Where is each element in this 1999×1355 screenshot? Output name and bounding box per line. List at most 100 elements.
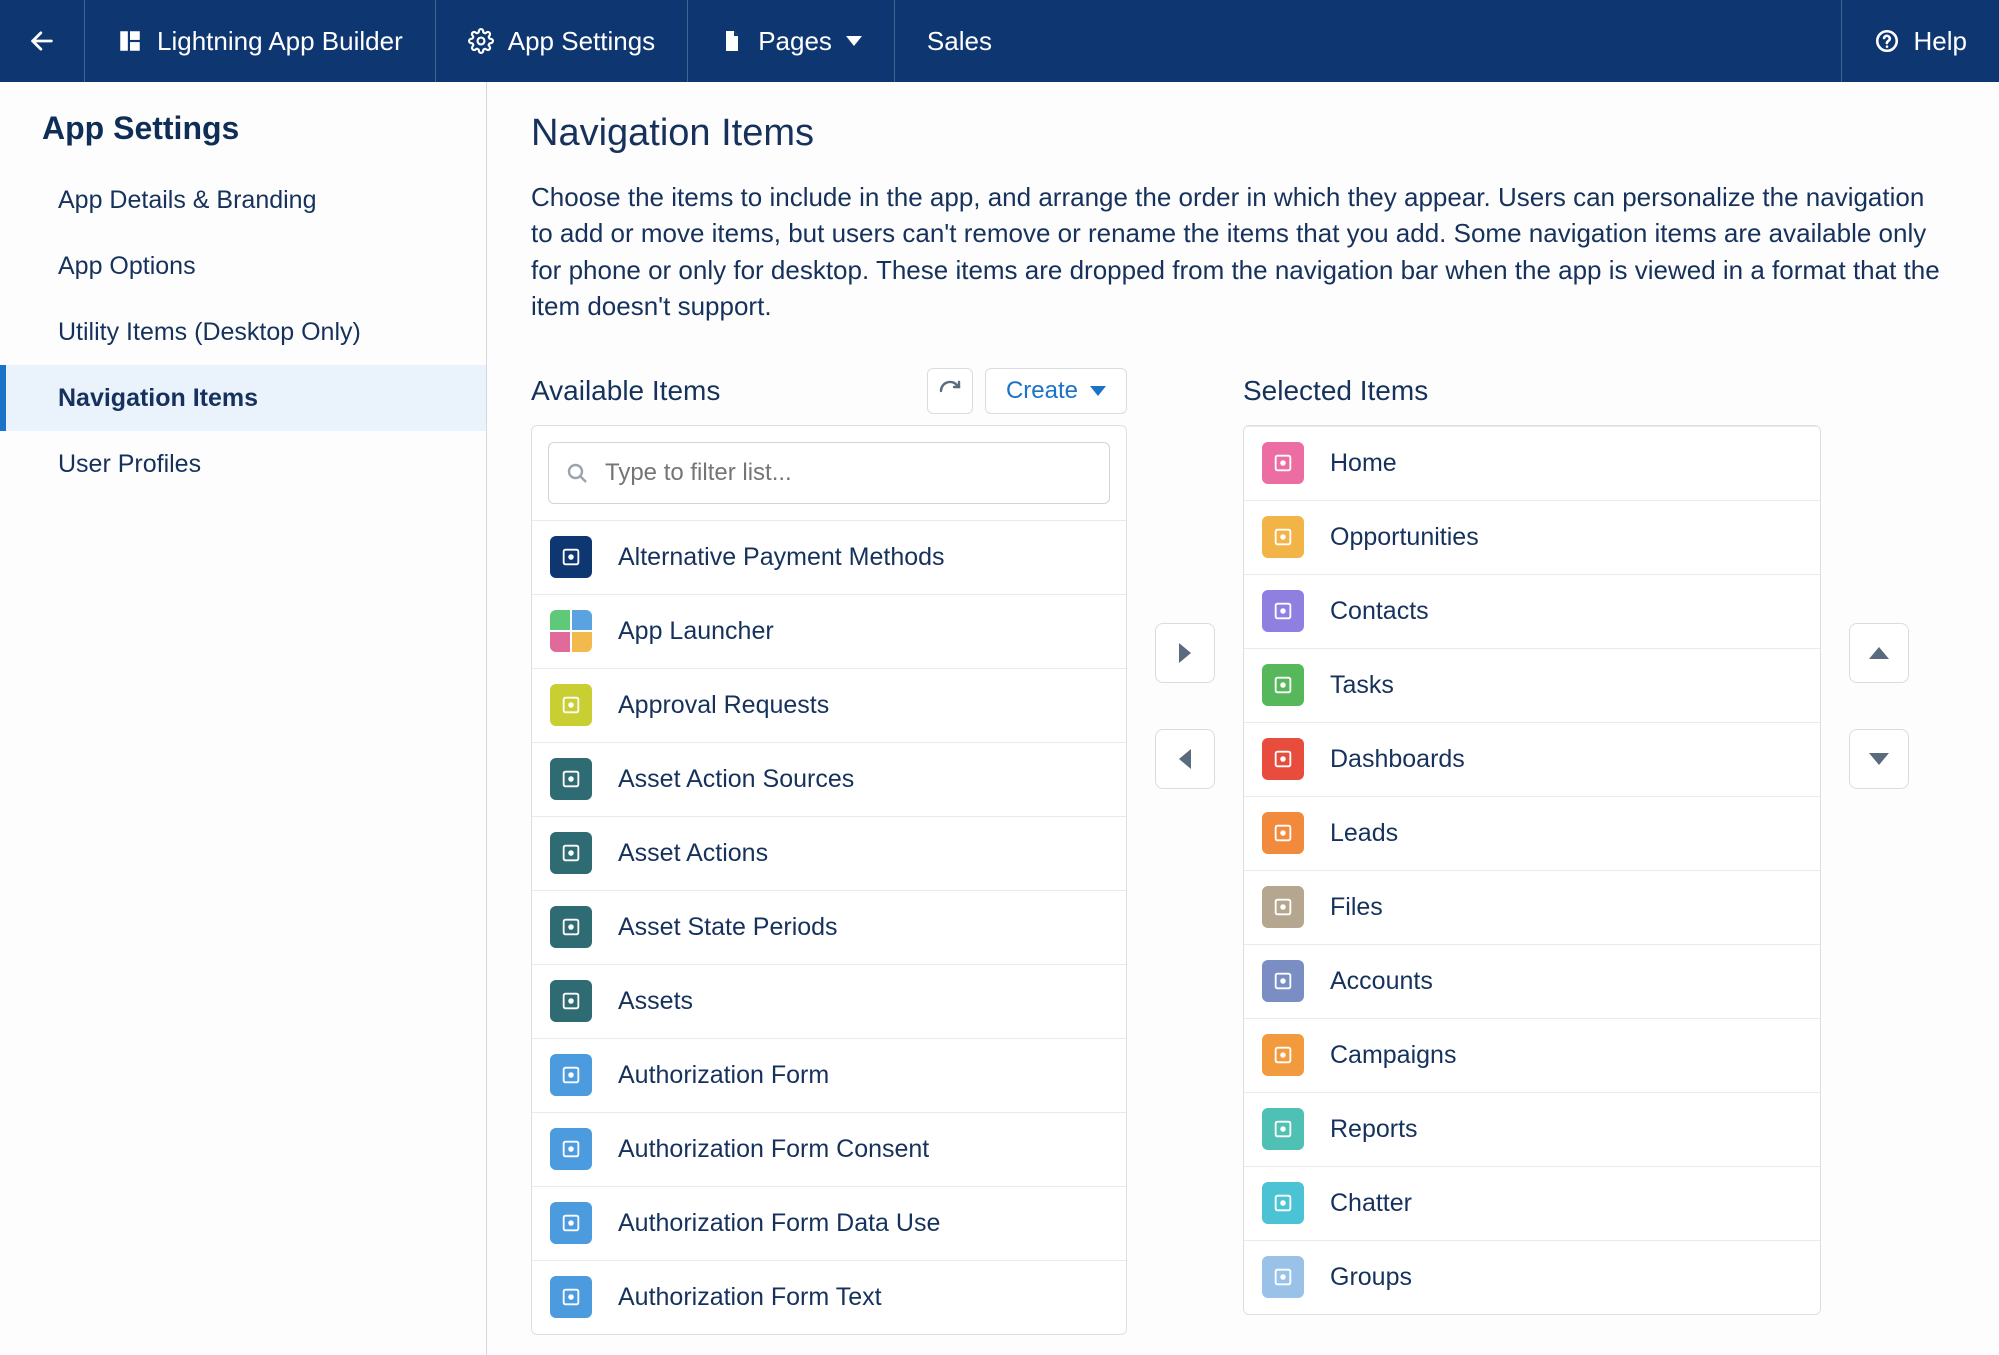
list-item[interactable]: Accounts [1244, 944, 1820, 1018]
tile-icon [550, 758, 592, 800]
list-item[interactable]: Home [1244, 426, 1820, 500]
filter-search-box[interactable] [548, 442, 1110, 504]
list-item[interactable]: Campaigns [1244, 1018, 1820, 1092]
context-label: Sales [927, 26, 992, 57]
list-item[interactable]: Files [1244, 870, 1820, 944]
tile-icon [550, 1276, 592, 1318]
list-item[interactable]: Contacts [1244, 574, 1820, 648]
sidebar-item[interactable]: Utility Items (Desktop Only) [0, 299, 486, 365]
tile-icon [1262, 1182, 1304, 1224]
list-item[interactable]: Groups [1244, 1240, 1820, 1314]
tile-icon [550, 906, 592, 948]
sidebar-item[interactable]: User Profiles [0, 431, 486, 497]
create-label: Create [1006, 377, 1078, 405]
move-right-button[interactable] [1155, 623, 1215, 683]
available-items-title: Available Items [531, 375, 921, 407]
list-item[interactable]: Approval Requests [532, 668, 1126, 742]
page-description: Choose the items to include in the app, … [531, 179, 1951, 325]
list-item[interactable]: Asset Action Sources [532, 742, 1126, 816]
list-item[interactable]: Alternative Payment Methods [532, 520, 1126, 594]
list-item[interactable]: Reports [1244, 1092, 1820, 1166]
sidebar-item[interactable]: App Details & Branding [0, 167, 486, 233]
chevron-down-icon [846, 36, 862, 46]
list-item[interactable]: Leads [1244, 796, 1820, 870]
refresh-icon [938, 379, 962, 403]
tile-icon [550, 536, 592, 578]
list-item[interactable]: Tasks [1244, 648, 1820, 722]
triangle-up-icon [1869, 647, 1889, 659]
tile-icon [1262, 960, 1304, 1002]
list-item[interactable]: Dashboards [1244, 722, 1820, 796]
sidebar-item[interactable]: App Options [0, 233, 486, 299]
nav-help[interactable]: Help [1842, 0, 1999, 82]
tile-icon [550, 980, 592, 1022]
tile-icon [1262, 886, 1304, 928]
list-item[interactable]: App Launcher [532, 594, 1126, 668]
list-item-label: Asset Action Sources [618, 765, 854, 794]
sidebar-item[interactable]: Navigation Items [0, 365, 486, 431]
tile-icon [1262, 442, 1304, 484]
list-item-label: Leads [1330, 819, 1398, 848]
list-item-label: Authorization Form Data Use [618, 1209, 940, 1238]
nav-pages[interactable]: Pages [688, 0, 895, 82]
nav-label: Lightning App Builder [157, 26, 403, 57]
list-item[interactable]: Asset State Periods [532, 890, 1126, 964]
list-item[interactable]: Asset Actions [532, 816, 1126, 890]
tile-icon [1262, 590, 1304, 632]
list-item-label: Opportunities [1330, 523, 1479, 552]
move-left-button[interactable] [1155, 729, 1215, 789]
tile-icon [1262, 812, 1304, 854]
tile-icon [1262, 516, 1304, 558]
create-button[interactable]: Create [985, 368, 1127, 414]
list-item-label: Authorization Form Consent [618, 1135, 929, 1164]
list-item-label: App Launcher [618, 617, 774, 646]
tile-icon [550, 1128, 592, 1170]
list-item[interactable]: Authorization Form Text [532, 1260, 1126, 1334]
help-icon [1874, 28, 1900, 54]
available-panel: Alternative Payment Methods App Launcher A… [531, 425, 1127, 1335]
tile-icon [1262, 1256, 1304, 1298]
nav-lightning-app-builder[interactable]: Lightning App Builder [85, 0, 436, 82]
back-button[interactable] [0, 0, 85, 82]
chevron-down-icon [1090, 386, 1106, 396]
sidebar-title: App Settings [0, 110, 486, 167]
list-item[interactable]: Chatter [1244, 1166, 1820, 1240]
list-item-label: Groups [1330, 1263, 1412, 1292]
list-item-label: Authorization Form Text [618, 1283, 882, 1312]
triangle-down-icon [1869, 753, 1889, 765]
nav-label: Pages [758, 26, 832, 57]
gear-icon [468, 28, 494, 54]
triangle-right-icon [1179, 643, 1191, 663]
list-item-label: Asset Actions [618, 839, 768, 868]
refresh-button[interactable] [927, 368, 973, 414]
list-item[interactable]: Assets [532, 964, 1126, 1038]
page-icon [720, 28, 744, 54]
list-item-label: Campaigns [1330, 1041, 1456, 1070]
list-item[interactable]: Authorization Form Data Use [532, 1186, 1126, 1260]
list-item-label: Chatter [1330, 1189, 1412, 1218]
nav-app-settings[interactable]: App Settings [436, 0, 688, 82]
filter-input[interactable] [605, 459, 1093, 487]
nav-label: App Settings [508, 26, 655, 57]
tile-icon [1262, 1034, 1304, 1076]
tile-icon [1262, 664, 1304, 706]
tile-icon [550, 1202, 592, 1244]
tile-icon [1262, 1108, 1304, 1150]
list-item-label: Home [1330, 449, 1397, 478]
list-item[interactable]: Authorization Form [532, 1038, 1126, 1112]
list-item-label: Contacts [1330, 597, 1429, 626]
tile-icon [550, 1054, 592, 1096]
move-down-button[interactable] [1849, 729, 1909, 789]
topbar-spacer [1024, 0, 1842, 82]
list-item-label: Accounts [1330, 967, 1433, 996]
back-arrow-icon [28, 27, 56, 55]
selected-list[interactable]: Home Opportunities Contacts Tasks Dashboards… [1244, 426, 1820, 1314]
main-content: Navigation Items Choose the items to inc… [487, 82, 1999, 1355]
nav-label: Help [1914, 26, 1967, 57]
move-up-button[interactable] [1849, 623, 1909, 683]
list-item-label: Alternative Payment Methods [618, 543, 945, 572]
list-item[interactable]: Opportunities [1244, 500, 1820, 574]
list-item-label: Tasks [1330, 671, 1394, 700]
available-list[interactable]: Alternative Payment Methods App Launcher A… [532, 520, 1126, 1334]
list-item[interactable]: Authorization Form Consent [532, 1112, 1126, 1186]
